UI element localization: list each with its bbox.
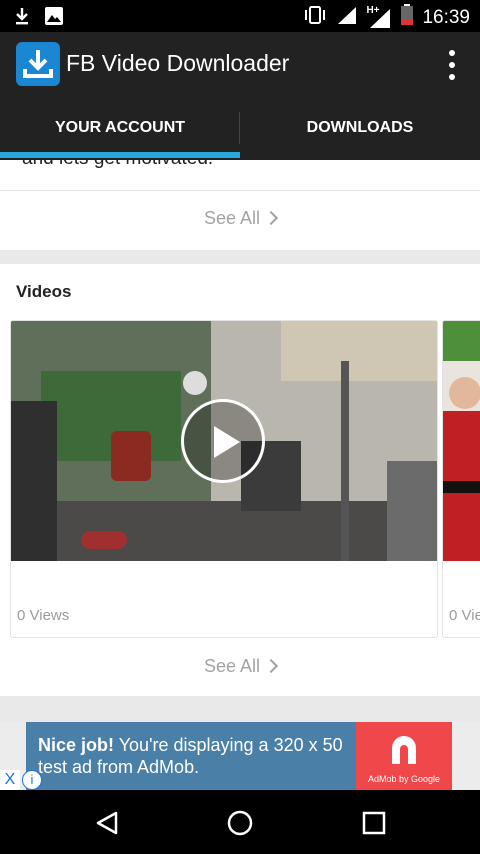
chevron-right-icon — [263, 210, 279, 226]
video-card[interactable]: 0 Views — [10, 320, 438, 638]
status-time: 16:39 — [422, 6, 470, 28]
post-card: and lets get motivated. See All — [0, 160, 480, 250]
ad-headline: Nice job! — [38, 735, 115, 755]
signal-icon — [336, 5, 358, 30]
overflow-menu-icon[interactable] — [446, 50, 458, 80]
image-icon — [44, 6, 64, 31]
feed-content[interactable]: and lets get motivated. See All Videos — [0, 160, 480, 722]
ad-banner[interactable]: Nice job! You're displaying a 320 x 50 t… — [0, 722, 480, 790]
app-title: FB Video Downloader — [66, 50, 290, 76]
play-button-icon[interactable] — [181, 399, 265, 483]
navigation-bar — [0, 790, 480, 854]
mobile-signal-icon: H+ — [366, 4, 392, 29]
tab-selected-indicator — [0, 152, 240, 158]
tab-your-account[interactable]: YOUR ACCOUNT — [0, 96, 240, 160]
video-views: 0 Vie — [449, 607, 480, 624]
video-thumbnail[interactable] — [11, 321, 437, 561]
admob-logo-icon: AdMob by Google — [356, 722, 452, 790]
see-all-label: See All — [203, 208, 261, 228]
ad-close-icon[interactable]: X — [0, 770, 20, 790]
battery-icon — [400, 4, 414, 31]
vibrate-icon — [302, 5, 328, 30]
see-all-link[interactable]: See All — [0, 208, 480, 229]
section-title: Videos — [16, 282, 72, 301]
chevron-right-icon — [263, 658, 279, 674]
video-thumbnail[interactable] — [443, 321, 480, 561]
tab-downloads[interactable]: DOWNLOADS — [240, 96, 480, 160]
see-all-link[interactable]: See All — [0, 656, 480, 677]
card-divider — [0, 190, 480, 191]
video-card[interactable]: 0 Vie — [442, 320, 480, 638]
app-bar: FB Video Downloader — [0, 32, 480, 96]
tab-bar: YOUR ACCOUNT DOWNLOADS — [0, 96, 480, 160]
video-views: 0 Views — [17, 607, 70, 624]
network-type-label: H+ — [366, 4, 380, 16]
admob-brand: AdMob by Google — [367, 774, 441, 784]
back-icon[interactable] — [94, 810, 120, 841]
videos-section: Videos 0 Views 0 Vie See All — [0, 264, 480, 696]
see-all-label: See All — [203, 656, 261, 676]
status-bar: H+ 16:39 — [0, 0, 480, 32]
home-icon[interactable] — [226, 809, 254, 842]
recents-icon[interactable] — [362, 811, 386, 840]
app-logo-download-icon — [16, 42, 60, 86]
post-description: and lets get motivated. — [22, 160, 213, 170]
ad-text: Nice job! You're displaying a 320 x 50 t… — [38, 734, 358, 778]
ad-content[interactable]: Nice job! You're displaying a 320 x 50 t… — [26, 722, 452, 790]
download-icon — [14, 6, 30, 31]
ad-info-icon[interactable]: i — [22, 770, 42, 790]
